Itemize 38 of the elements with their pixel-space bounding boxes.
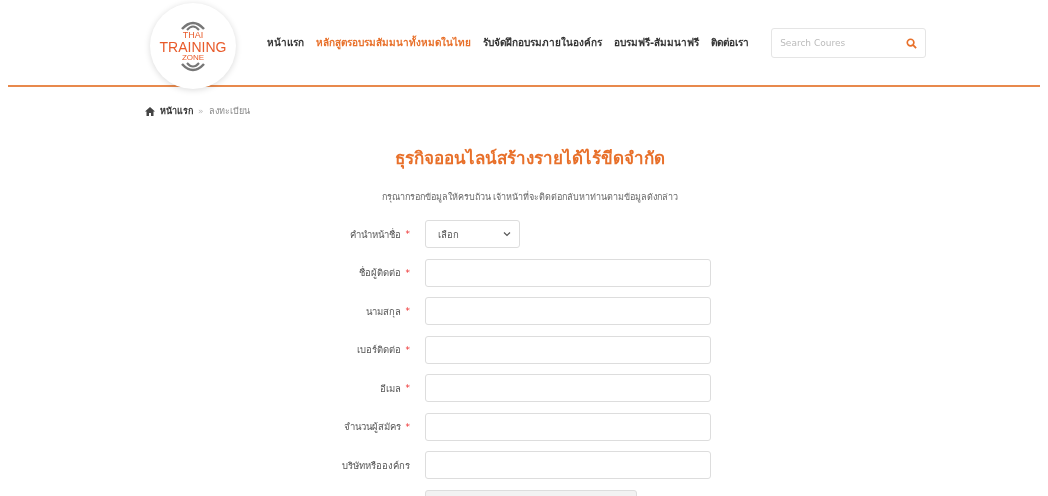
nav-link[interactable]: ติดต่อเรา (711, 35, 750, 50)
breadcrumb-separator: » (198, 106, 204, 116)
page-title: ธุรกิจออนไลน์สร้างรายได้ไร้ขีดจำกัด (394, 147, 666, 171)
breadcrumb-link[interactable]: หน้าแรก (160, 104, 193, 118)
input-field[interactable] (425, 412, 711, 441)
input-field[interactable] (425, 335, 711, 364)
field-label: บริษัทหรือองค์กร (342, 458, 410, 473)
field-label: ชื่อผู้ติดต่อ (358, 265, 401, 280)
input-field[interactable] (425, 297, 711, 325)
logo[interactable]: THAI TRAINING ZONE (150, 3, 236, 89)
field-label: เบอร์ติดต่อ (356, 343, 401, 357)
caret-icon (503, 231, 511, 237)
field-label: จำนวนผู้สมัคร (343, 420, 401, 434)
input-field[interactable] (425, 258, 711, 287)
required-mark: * (405, 229, 410, 239)
input-field[interactable] (425, 451, 711, 479)
nav-link[interactable]: อบรมฟรี-สัมมนาฟรี (614, 35, 700, 50)
nav-link[interactable]: หน้าแรก (267, 35, 304, 50)
logo-text: ZONE (181, 53, 205, 62)
field-label: คำนำหน้าชื่อ (349, 227, 401, 242)
signal-waves-icon (178, 61, 208, 74)
breadcrumb-link[interactable]: ลงทะเบียน (208, 104, 250, 118)
search-field[interactable]: Search Coures (771, 27, 927, 58)
required-mark: * (405, 267, 410, 278)
required-mark: * (405, 383, 410, 393)
nav-link[interactable]: รับจัดฝึกอบรมภายในองค์กร (483, 35, 602, 50)
required-mark: * (405, 344, 410, 355)
logo-text: THAI (182, 30, 204, 40)
required-mark: * (405, 306, 410, 316)
field-label: นามสกุล (365, 304, 401, 319)
search-icon[interactable] (906, 37, 918, 49)
title-dropdown[interactable]: เลือก (425, 220, 520, 248)
home-icon (145, 106, 155, 116)
logo-text: TRAINING (159, 39, 227, 54)
input-field[interactable] (425, 374, 711, 402)
required-mark: * (405, 421, 410, 432)
field-label: อีเมล (379, 381, 401, 396)
form-instructions: กรุณากรอกข้อมูลให้ครบถ้วน เจ้าหน้าที่จะติดต่อกลับหาท่านตามข้อมูลดังกล่าว (380, 190, 680, 204)
